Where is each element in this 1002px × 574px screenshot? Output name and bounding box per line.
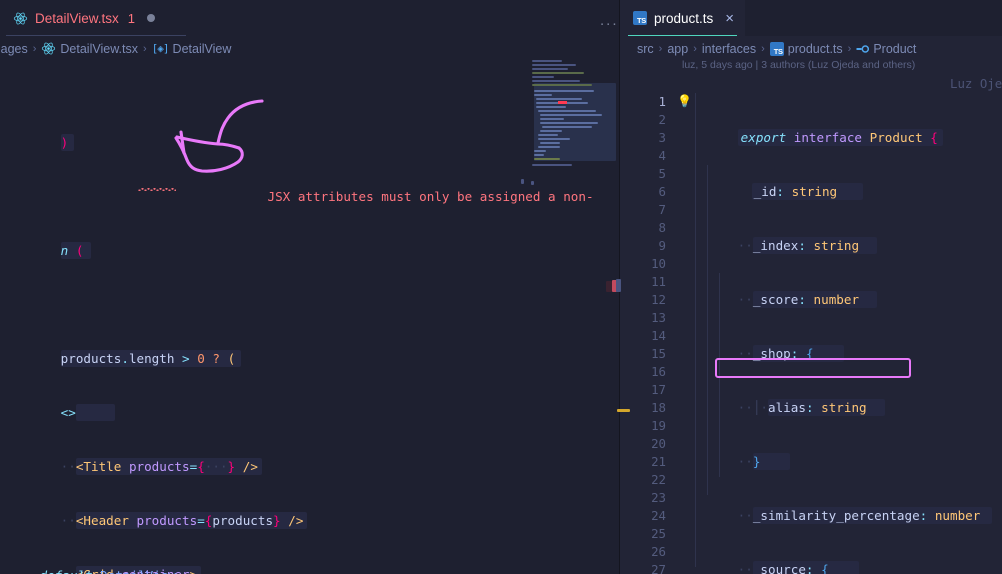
breadcrumb-separator: › bbox=[143, 42, 147, 55]
breadcrumb-right: src › app › interfaces › TS product.ts ›… bbox=[637, 38, 1002, 59]
tab-bar-left: DetailView.tsx 1 bbox=[0, 0, 620, 36]
breadcrumb-item-app[interactable]: app bbox=[667, 42, 688, 56]
git-blame-inline: Luz Ojeda, bbox=[950, 76, 1002, 91]
code-line: ··_source: { bbox=[677, 543, 1002, 574]
code-line-footer: default DetailView bbox=[0, 549, 177, 574]
close-icon[interactable]: × bbox=[725, 11, 734, 26]
minimap-error-marker bbox=[558, 101, 567, 104]
code-line: ··_index: string bbox=[677, 219, 1002, 254]
code-line: ··} bbox=[677, 435, 1002, 470]
breadcrumb-item-src[interactable]: src bbox=[637, 42, 654, 56]
code-line: _id: string bbox=[677, 165, 1002, 200]
breadcrumb-separator: › bbox=[32, 42, 37, 55]
breadcrumb-item-file[interactable]: DetailView.tsx bbox=[60, 42, 138, 56]
minimap-left[interactable] bbox=[530, 60, 616, 360]
react-icon bbox=[41, 41, 56, 56]
breadcrumb-separator: › bbox=[658, 42, 663, 55]
breadcrumb-item-interfaces[interactable]: interfaces bbox=[702, 42, 756, 56]
breadcrumb-separator: › bbox=[693, 42, 697, 55]
code-content-left[interactable]: ) n ( products.length > 0 ? ( <> ··<Titl… bbox=[0, 62, 620, 574]
breadcrumb-item-symbol[interactable]: DetailView bbox=[173, 42, 232, 56]
tab-detailview-tsx[interactable]: DetailView.tsx 1 bbox=[0, 0, 187, 36]
tab-product-ts[interactable]: TS product.ts × bbox=[620, 0, 746, 36]
editor-pane-right: TS product.ts × src › app › interfaces ›… bbox=[620, 0, 1002, 574]
annotation-box-product-name bbox=[715, 358, 911, 378]
tab-label: DetailView.tsx bbox=[35, 10, 119, 26]
code-content-right[interactable]: export interface Product { _id: string ·… bbox=[677, 75, 1002, 574]
code-line-error: ··<Title products={···} /> bbox=[0, 440, 620, 475]
tab-dirty-indicator[interactable] bbox=[147, 14, 156, 22]
symbol-interface-icon bbox=[856, 42, 870, 56]
code-line: ··│·alias: string bbox=[677, 381, 1002, 416]
code-line: export interface Product { bbox=[677, 111, 1002, 146]
breadcrumb-separator: › bbox=[761, 42, 765, 55]
typescript-icon: TS bbox=[769, 41, 784, 56]
line-number-gutter: 1 2 3 4 5 6 7 8 9 10 11 12 13 14 15 16 1… bbox=[651, 94, 666, 574]
react-icon bbox=[13, 11, 28, 26]
editor-pane-left: DetailView.tsx 1 ... › pages › D bbox=[0, 0, 620, 574]
editor-overflow-menu[interactable]: ... bbox=[600, 13, 619, 28]
lightbulb-icon[interactable]: 💡 bbox=[677, 95, 692, 107]
code-line: <> bbox=[0, 386, 620, 421]
tab-error-badge: 1 bbox=[127, 10, 136, 26]
code-line: ··<Header products={products} /> bbox=[0, 494, 620, 529]
error-squiggle bbox=[138, 188, 176, 191]
code-line: n ( bbox=[0, 224, 620, 259]
tab-bar-right: TS product.ts × bbox=[620, 0, 1002, 36]
code-line: ··_score: number bbox=[677, 273, 1002, 308]
symbol-class-icon: [◈] bbox=[151, 42, 170, 55]
code-line: ) bbox=[0, 116, 620, 151]
typescript-icon: TS bbox=[633, 11, 647, 25]
breadcrumb-item-file[interactable]: product.ts bbox=[788, 42, 843, 56]
code-line: ··_shop: { bbox=[677, 327, 1002, 362]
git-blame-header: luz, 5 days ago | 3 authors (Luz Ojeda a… bbox=[682, 59, 916, 71]
breadcrumb-separator: › bbox=[847, 42, 852, 55]
overview-mark-warning bbox=[617, 409, 630, 412]
vscode-window: DetailView.tsx 1 ... › pages › D bbox=[0, 0, 1002, 574]
breadcrumb-left: › pages › DetailView.tsx › [◈] DetailVie… bbox=[0, 38, 604, 59]
code-line: products.length > 0 ? ( bbox=[0, 332, 620, 367]
breadcrumb-item-pages[interactable]: pages bbox=[0, 42, 28, 56]
tab-label: product.ts bbox=[654, 10, 714, 26]
overview-mark bbox=[616, 279, 621, 292]
breadcrumb-item-symbol[interactable]: Product bbox=[873, 42, 916, 56]
code-line: ··_similarity_percentage: number bbox=[677, 489, 1002, 524]
